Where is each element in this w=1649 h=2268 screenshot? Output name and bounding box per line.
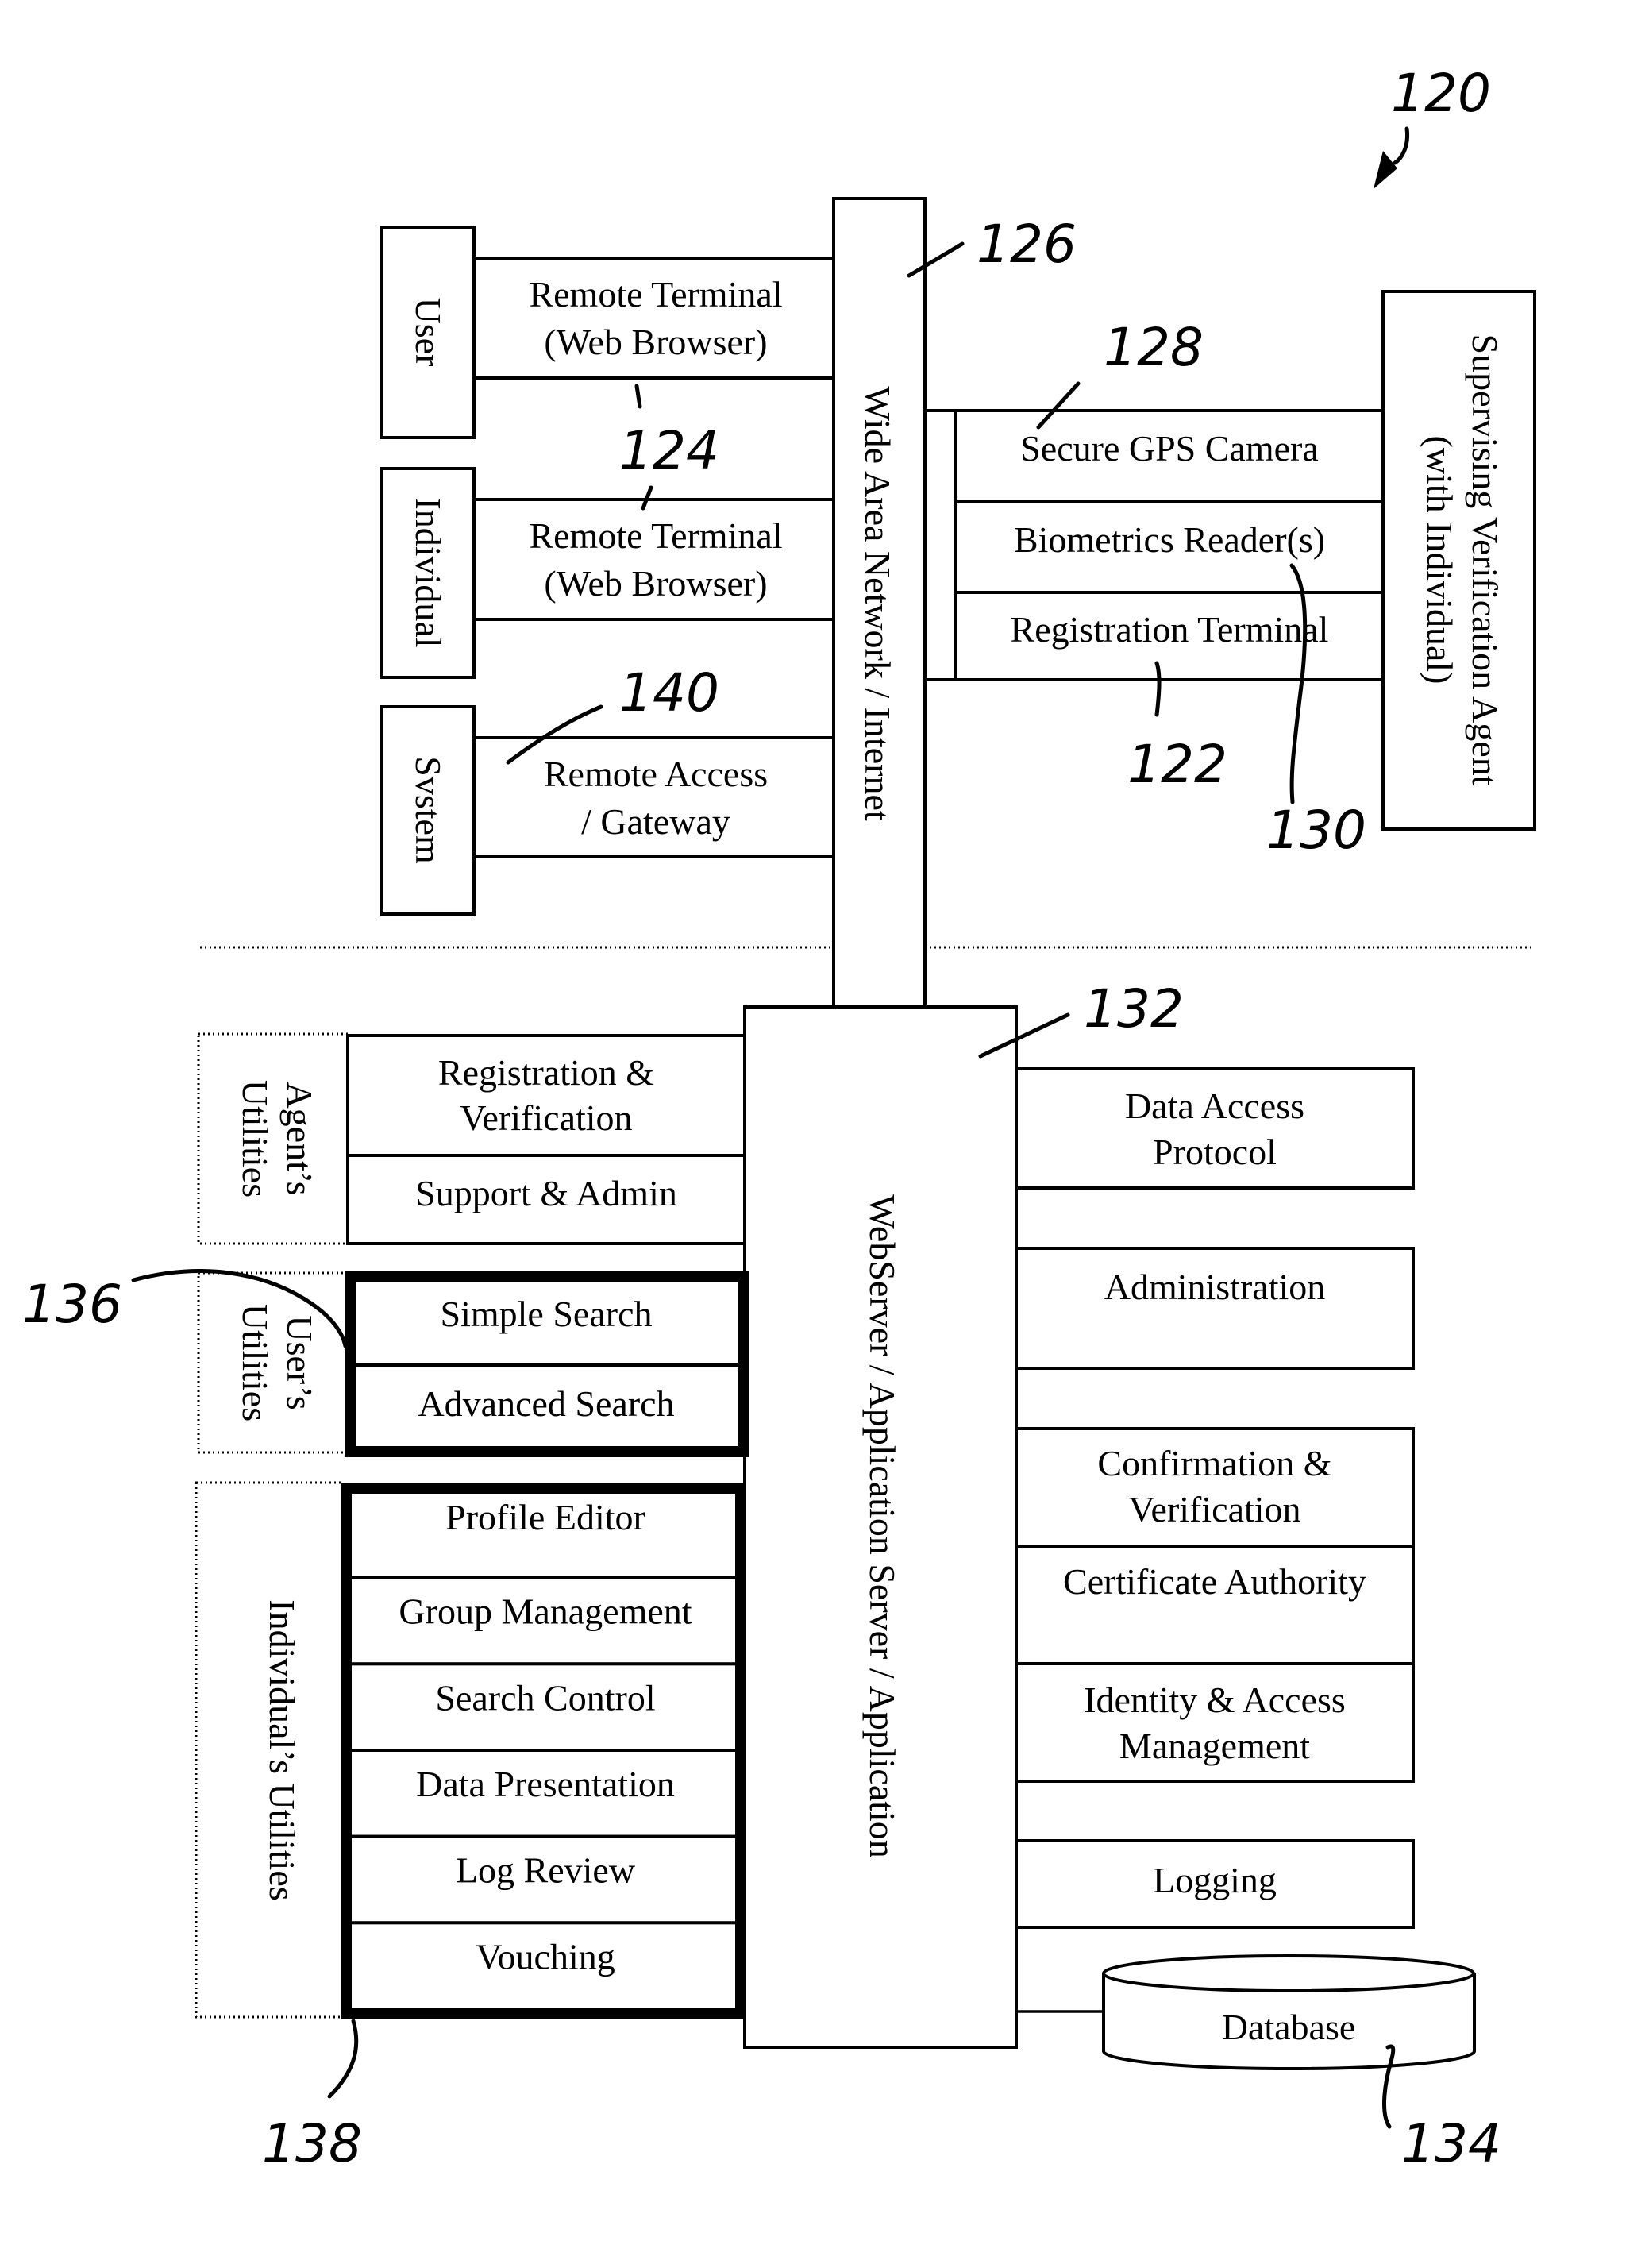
database-label: Database	[1222, 2007, 1356, 2047]
gateway-line1: Remote Access	[544, 754, 768, 794]
service-administration-label: Administration	[1104, 1267, 1326, 1307]
ref-132: 132	[1084, 978, 1184, 1040]
service-dap-line2: Protocol	[1153, 1132, 1277, 1172]
figure-reference-120: 120	[1374, 63, 1491, 189]
reference-126: 126	[907, 214, 1077, 278]
actor-label-system: Svstem	[408, 756, 449, 864]
ref-138: 138	[262, 2113, 362, 2174]
individuals-utilities-list: Profile Editor Group Management Search Con…	[349, 1490, 742, 2011]
figure-number: 120	[1391, 63, 1491, 124]
util-simple-search-label: Simple Search	[441, 1294, 653, 1334]
device-label-registration-terminal: Registration Terminal	[1011, 609, 1329, 650]
agents-utilities-group: Agent’s Utilities Registration & Verific…	[197, 1032, 746, 1245]
webserver-label: WebServer / Application Server / Applica…	[862, 1194, 903, 1858]
util-row-label: Vouching	[476, 1936, 615, 1977]
wan-label: Wide Area Network / Internet	[857, 386, 898, 821]
device-connector-bar	[923, 409, 957, 681]
services-group: Data Access Protocol Administration Conf…	[1015, 1067, 1415, 1929]
service-identity-line1: Identity & Access	[1084, 1680, 1346, 1720]
util-advanced-search-label: Advanced Search	[418, 1383, 674, 1424]
service-dap-line1: Data Access	[1125, 1086, 1304, 1126]
ref-136: 136	[22, 1274, 122, 1335]
client-individual: Individual Remote Terminal (Web Browser)	[380, 467, 835, 679]
util-support-admin-label: Support & Admin	[415, 1173, 677, 1213]
individuals-utilities-label: Individual’s Utilities	[262, 1599, 302, 1900]
registration-devices: Secure GPS Camera Biometrics Reader(s) R…	[923, 409, 1385, 681]
ref-128: 128	[1104, 317, 1204, 378]
device-label-gps-camera: Secure GPS Camera	[1020, 428, 1319, 469]
database-cylinder-top-icon	[1102, 1954, 1475, 1992]
users-utilities-group: User’s Utilities Simple Search Advanced …	[197, 1271, 749, 1457]
service-identity-line2: Management	[1119, 1726, 1310, 1766]
terminal-individual-line1: Remote Terminal	[529, 515, 782, 556]
ref-134: 134	[1401, 2113, 1501, 2174]
terminal-individual-line2: (Web Browser)	[544, 563, 767, 604]
actor-label-user: User	[408, 298, 449, 367]
figure-arrow-head-icon	[1374, 151, 1397, 189]
individuals-utilities-group: Individual’s Utilities Profile Editor Gro…	[195, 1481, 746, 2019]
util-row-label: Search Control	[435, 1677, 655, 1718]
util-registration-line1: Registration &	[438, 1052, 654, 1093]
ref-124: 124	[619, 420, 719, 481]
agent-label-line2: (with Individual)	[1420, 436, 1460, 685]
terminal-user-line1: Remote Terminal	[529, 274, 782, 314]
reference-138: 138	[262, 2019, 362, 2174]
util-registration-line2: Verification	[460, 1097, 632, 1138]
users-utilities-label-line2: Utilities	[235, 1304, 275, 1421]
users-utilities-label-line1: User’s	[279, 1315, 320, 1410]
client-user: User Remote Terminal (Web Browser)	[380, 226, 835, 439]
device-label-biometrics: Biometrics Reader(s)	[1014, 519, 1325, 560]
system-architecture-diagram: 120 Wide Area Network / Internet User Re…	[22, 63, 1536, 2174]
figure-arrow-shaft	[1393, 126, 1410, 165]
util-row-label: Profile Editor	[445, 1497, 645, 1537]
actor-label-individual: Individual	[408, 497, 449, 647]
agent-label-line1: Supervising Verification Agent	[1465, 334, 1505, 786]
client-system: Svstem Remote Access / Gateway	[380, 705, 835, 916]
ref-130: 130	[1266, 800, 1366, 861]
service-logging-label: Logging	[1153, 1860, 1277, 1900]
util-row-label: Data Presentation	[416, 1764, 675, 1804]
reference-122: 122	[1127, 661, 1227, 795]
ref-126: 126	[977, 214, 1077, 275]
ref-140: 140	[619, 662, 719, 723]
service-confirmation-line1: Confirmation &	[1097, 1443, 1331, 1483]
service-confirmation-line2: Verification	[1128, 1489, 1300, 1529]
database: Database	[1016, 1954, 1476, 2071]
util-row-label: Group Management	[399, 1591, 692, 1632]
agents-utilities-label-line1: Agent’s	[279, 1082, 320, 1195]
gateway-line2: / Gateway	[581, 801, 730, 842]
terminal-user-line2: (Web Browser)	[544, 322, 767, 362]
service-certificate-label: Certificate Authority	[1063, 1561, 1366, 1602]
leader-124a	[634, 384, 642, 409]
util-row-label: Log Review	[456, 1850, 636, 1891]
reference-124: 124	[619, 384, 719, 511]
leader-138	[327, 2019, 359, 2099]
agents-utilities-label-line2: Utilities	[235, 1080, 275, 1198]
leader-122	[1154, 661, 1162, 717]
ref-122: 122	[1127, 734, 1227, 795]
